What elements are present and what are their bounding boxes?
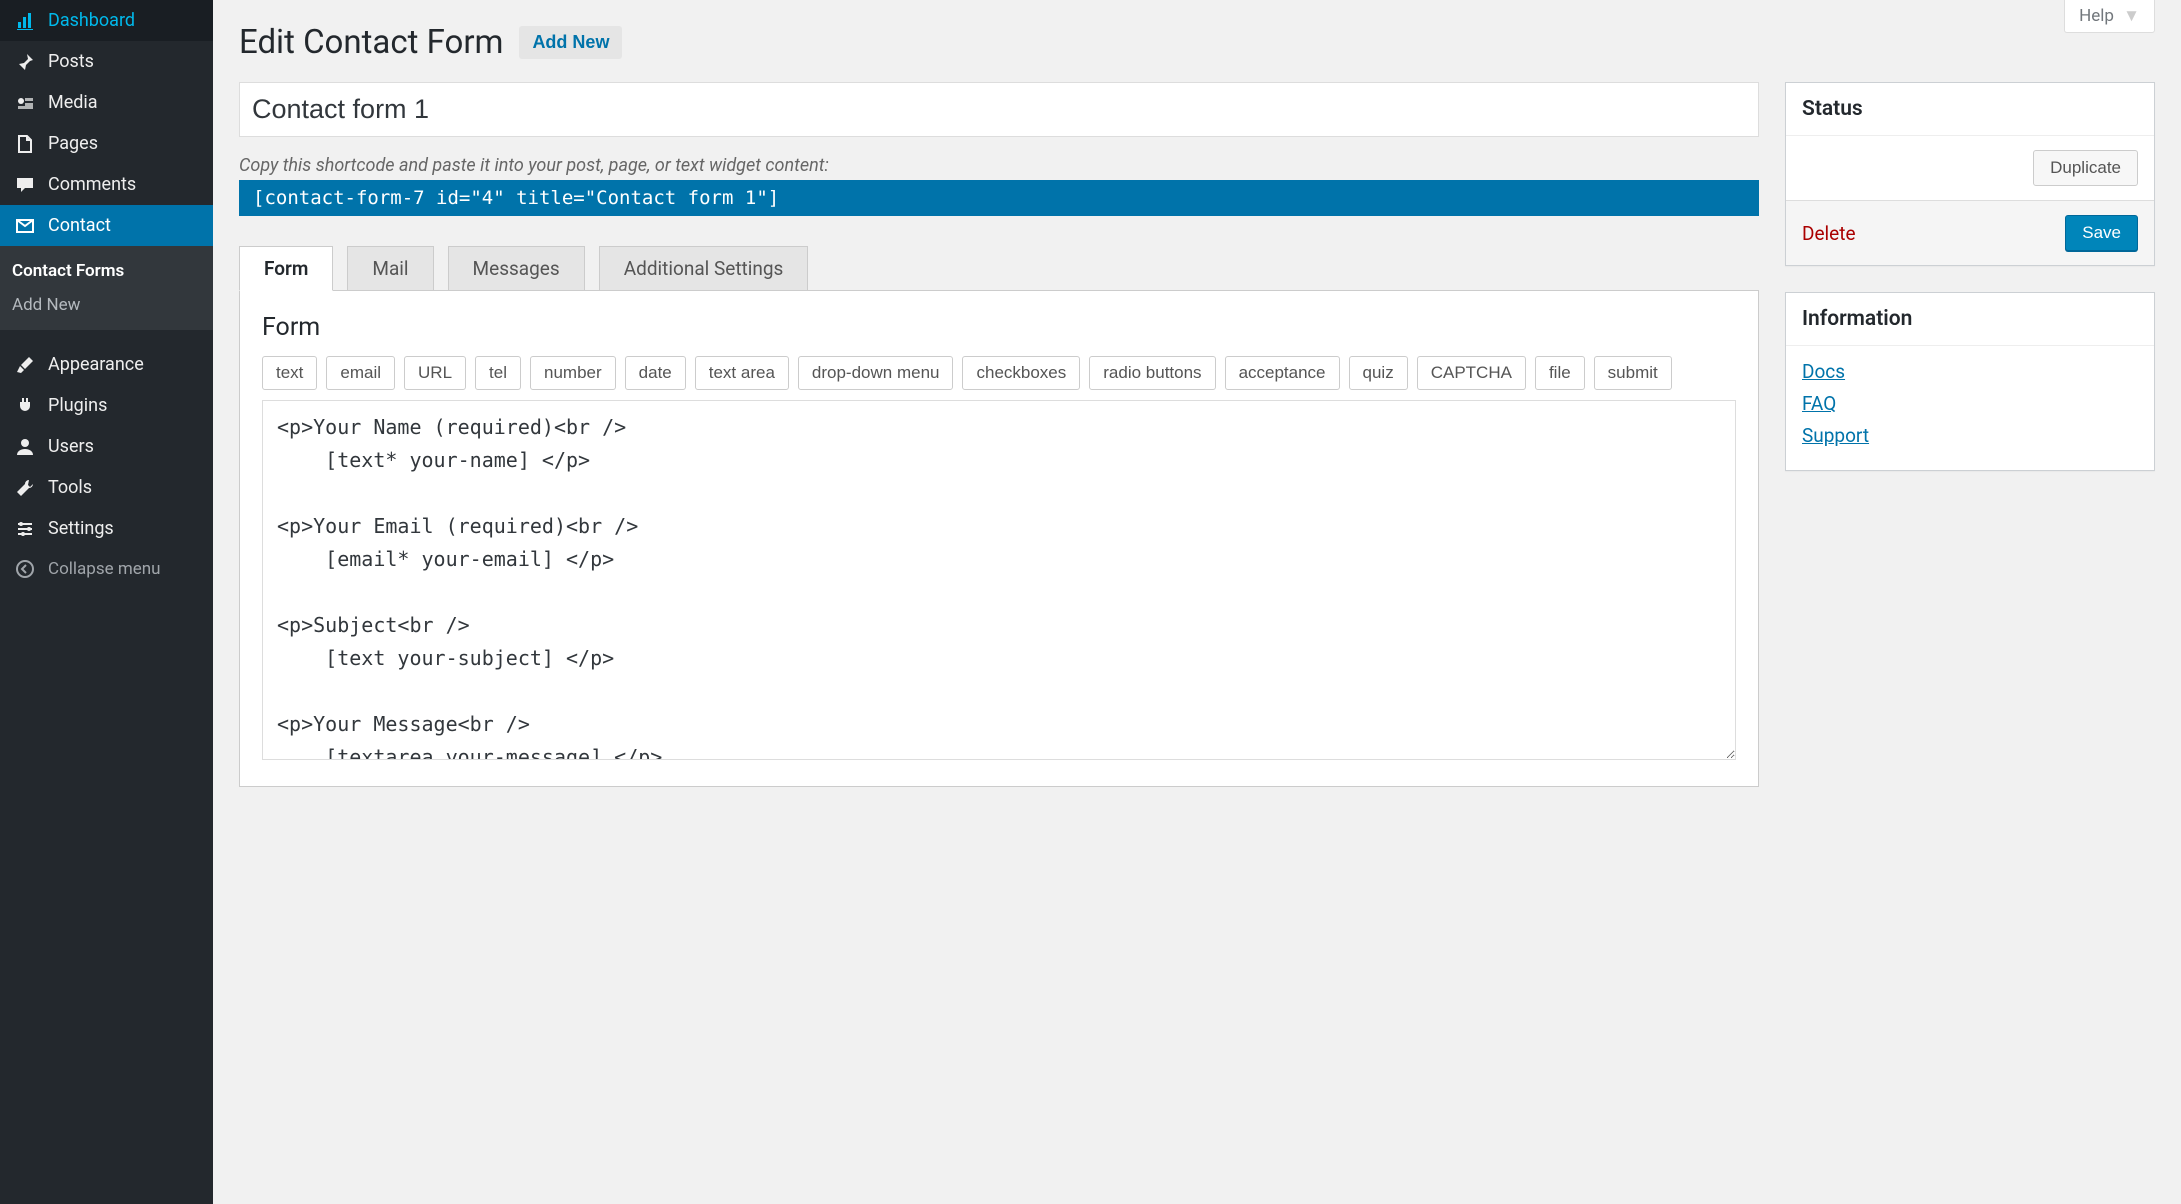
information-postbox: Information Docs FAQ Support (1785, 292, 2155, 471)
tag-btn-captcha[interactable]: CAPTCHA (1417, 356, 1526, 390)
info-link-docs[interactable]: Docs (1802, 360, 2138, 383)
save-button[interactable]: Save (2065, 215, 2138, 251)
sidebar-item-dashboard[interactable]: Dashboard (0, 0, 213, 41)
submenu-item-add-new[interactable]: Add New (0, 288, 213, 322)
form-title-input[interactable] (239, 82, 1759, 137)
tab-additional-settings[interactable]: Additional Settings (599, 246, 809, 291)
collapse-menu[interactable]: Collapse menu (0, 549, 213, 589)
sidebar-item-label: Appearance (48, 354, 144, 375)
sidebar-item-tools[interactable]: Tools (0, 467, 213, 508)
sidebar-item-posts[interactable]: Posts (0, 41, 213, 82)
sidebar-submenu: Contact Forms Add New (0, 246, 213, 330)
status-postbox: Status Duplicate Delete Save (1785, 82, 2155, 266)
sidebar-item-plugins[interactable]: Plugins (0, 385, 213, 426)
sidebar-item-users[interactable]: Users (0, 426, 213, 467)
add-new-button[interactable]: Add New (519, 26, 622, 59)
mail-icon (12, 216, 38, 236)
sidebar-item-contact[interactable]: Contact (0, 205, 213, 246)
tag-btn-dropdown[interactable]: drop-down menu (798, 356, 954, 390)
user-icon (12, 437, 38, 457)
shortcode-box[interactable]: [contact-form-7 id="4" title="Contact fo… (239, 180, 1759, 216)
sidebar-item-comments[interactable]: Comments (0, 164, 213, 205)
information-heading: Information (1786, 293, 2154, 346)
tab-mail[interactable]: Mail (347, 246, 433, 291)
tag-btn-file[interactable]: file (1535, 356, 1585, 390)
sidebar-item-appearance[interactable]: Appearance (0, 344, 213, 385)
collapse-label: Collapse menu (48, 559, 161, 579)
tag-btn-textarea[interactable]: text area (695, 356, 789, 390)
shortcode-hint: Copy this shortcode and paste it into yo… (239, 155, 1759, 176)
sidebar-item-media[interactable]: Media (0, 82, 213, 123)
delete-link[interactable]: Delete (1802, 222, 1856, 245)
panel-title: Form (262, 313, 1736, 342)
sidebar-item-label: Pages (48, 133, 98, 154)
collapse-icon (12, 559, 38, 579)
brush-icon (12, 355, 38, 375)
sidebar-item-label: Dashboard (48, 10, 135, 31)
editor-tabs: Form Mail Messages Additional Settings (239, 246, 1759, 291)
tab-form[interactable]: Form (239, 246, 333, 291)
status-heading: Status (1786, 83, 2154, 136)
sidebar-item-label: Posts (48, 51, 94, 72)
sidebar-item-label: Tools (48, 477, 92, 498)
tag-btn-url[interactable]: URL (404, 356, 466, 390)
comment-icon (12, 175, 38, 195)
page-title: Edit Contact Form (239, 23, 503, 62)
media-icon (12, 93, 38, 113)
sidebar-item-label: Users (48, 436, 94, 457)
page-icon (12, 134, 38, 154)
sidebar-item-label: Settings (48, 518, 114, 539)
dashboard-icon (12, 11, 38, 31)
main-content: Help ▼ Edit Contact Form Add New Copy th… (213, 0, 2181, 1204)
tag-btn-quiz[interactable]: quiz (1349, 356, 1408, 390)
pin-icon (12, 52, 38, 72)
tag-btn-date[interactable]: date (625, 356, 686, 390)
duplicate-button[interactable]: Duplicate (2033, 150, 2138, 186)
sidebar-item-label: Contact (48, 215, 111, 236)
sidebar-item-label: Plugins (48, 395, 107, 416)
tag-btn-submit[interactable]: submit (1594, 356, 1672, 390)
plug-icon (12, 396, 38, 416)
tag-btn-number[interactable]: number (530, 356, 616, 390)
sidebar-item-settings[interactable]: Settings (0, 508, 213, 549)
sidebar-item-label: Media (48, 92, 98, 113)
form-content-textarea[interactable] (262, 400, 1736, 760)
wrench-icon (12, 478, 38, 498)
sliders-icon (12, 519, 38, 539)
tag-btn-email[interactable]: email (326, 356, 395, 390)
help-label: Help (2079, 6, 2114, 26)
submenu-item-contact-forms[interactable]: Contact Forms (0, 254, 213, 288)
tag-btn-text[interactable]: text (262, 356, 317, 390)
tag-generator-buttons: text email URL tel number date text area… (262, 356, 1736, 390)
admin-sidebar: Dashboard Posts Media Pages Comments Con… (0, 0, 213, 1204)
tab-messages[interactable]: Messages (448, 246, 585, 291)
info-link-support[interactable]: Support (1802, 424, 2138, 447)
tag-btn-radio[interactable]: radio buttons (1089, 356, 1215, 390)
chevron-down-icon: ▼ (2123, 6, 2140, 26)
tag-btn-tel[interactable]: tel (475, 356, 521, 390)
tag-btn-acceptance[interactable]: acceptance (1225, 356, 1340, 390)
help-tab[interactable]: Help ▼ (2064, 0, 2155, 33)
info-link-faq[interactable]: FAQ (1802, 392, 2138, 415)
sidebar-item-pages[interactable]: Pages (0, 123, 213, 164)
form-panel: Form text email URL tel number date text… (239, 290, 1759, 787)
tag-btn-checkboxes[interactable]: checkboxes (962, 356, 1080, 390)
sidebar-item-label: Comments (48, 174, 136, 195)
